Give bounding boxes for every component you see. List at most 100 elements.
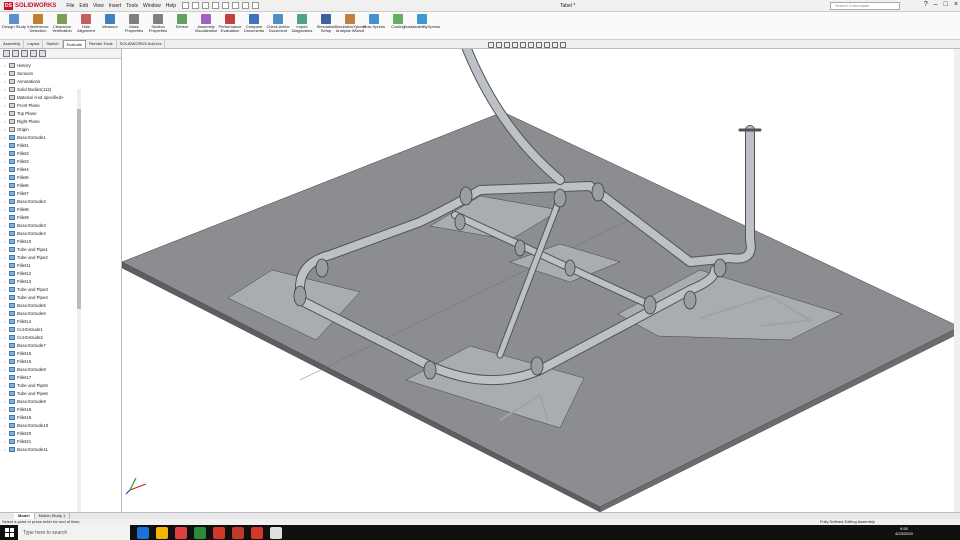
tree-item[interactable]: › History: [4, 61, 96, 69]
section-view-icon[interactable]: [512, 42, 518, 48]
print-icon[interactable]: [212, 2, 220, 9]
tree-item[interactable]: › Fillet8: [4, 205, 96, 213]
taskbar-app-icon[interactable]: [194, 526, 206, 539]
open-icon[interactable]: [192, 2, 200, 9]
taskbar-app-icon[interactable]: [156, 526, 168, 539]
select-icon[interactable]: [232, 2, 240, 9]
tree-item[interactable]: › Cut-Extrude1: [4, 325, 96, 333]
tree-item[interactable]: › Fillet6: [4, 181, 96, 189]
menu-window[interactable]: Window: [143, 3, 161, 9]
tree-item[interactable]: › Annotations: [4, 77, 96, 85]
taskbar-app-icon[interactable]: [213, 526, 225, 539]
zoom-fit-icon[interactable]: [488, 42, 494, 48]
tree-item[interactable]: › Tube and Pipe1: [4, 245, 96, 253]
menu-edit[interactable]: Edit: [79, 3, 88, 9]
menu-tools[interactable]: Tools: [126, 3, 138, 9]
ribbon-button-import-diagnostics[interactable]: Import Diagnostics: [290, 12, 314, 38]
ribbon-button-assembly-visualization[interactable]: Assembly Visualization: [194, 12, 218, 38]
tree-item[interactable]: › Fillet13: [4, 277, 96, 285]
ribbon-button-sustainabilityxpress[interactable]: SustainabilityXpress: [404, 12, 440, 38]
tree-item[interactable]: › Boss-Extrude8: [4, 365, 96, 373]
view-orientation-icon[interactable]: [520, 42, 526, 48]
view-settings-icon[interactable]: [560, 42, 566, 48]
tree-item[interactable]: › Material <not specified>: [4, 93, 96, 101]
tree-item[interactable]: › Cut-Extrude2: [4, 333, 96, 341]
tree-item[interactable]: › Boss-Extrude3: [4, 221, 96, 229]
scene-icon[interactable]: [552, 42, 558, 48]
display-manager-tab-icon[interactable]: [39, 50, 46, 57]
tree-item[interactable]: › Boss-Extrude10: [4, 421, 96, 429]
tree-item[interactable]: › Fillet20: [4, 429, 96, 437]
taskbar-search-input[interactable]: Type here to search: [18, 525, 130, 540]
rebuild-icon[interactable]: [242, 2, 250, 9]
tab-layout[interactable]: Layout: [24, 40, 44, 48]
menu-view[interactable]: View: [93, 3, 104, 9]
display-style-icon[interactable]: [528, 42, 534, 48]
tree-item[interactable]: › Tube and Pipe4: [4, 293, 96, 301]
taskbar-app-icon[interactable]: [270, 526, 282, 539]
search-commands-input[interactable]: Search Commands: [830, 2, 900, 10]
ribbon-button-mass-properties[interactable]: Mass Properties: [122, 12, 146, 38]
ribbon-button-performance-evaluation[interactable]: Performance Evaluation: [218, 12, 242, 38]
tree-item[interactable]: › Fillet7: [4, 189, 96, 197]
tab-sketch[interactable]: Sketch: [43, 40, 63, 48]
tree-item[interactable]: › Fillet18: [4, 405, 96, 413]
tree-item[interactable]: › Fillet10: [4, 237, 96, 245]
ribbon-button-measure[interactable]: Measure: [98, 12, 122, 38]
help-icon[interactable]: ?: [924, 1, 928, 8]
windows-start-button[interactable]: [0, 525, 18, 540]
feature-manager-tab-icon[interactable]: [3, 50, 10, 57]
ribbon-button-clearance-verification[interactable]: Clearance Verification: [50, 12, 74, 38]
config-manager-tab-icon[interactable]: [21, 50, 28, 57]
tree-item[interactable]: › Origin: [4, 125, 96, 133]
tree-item[interactable]: › Fillet14: [4, 317, 96, 325]
tree-item[interactable]: › Fillet4: [4, 165, 96, 173]
tree-item[interactable]: › Boss-Extrude7: [4, 341, 96, 349]
save-icon[interactable]: [202, 2, 210, 9]
taskbar-app-icon[interactable]: [175, 526, 187, 539]
tree-item[interactable]: › Tube and Pipe6: [4, 389, 96, 397]
tree-item[interactable]: › Fillet1: [4, 141, 96, 149]
tree-scrollbar-thumb[interactable]: [77, 109, 81, 309]
ribbon-button-design-study[interactable]: Design Study: [2, 12, 26, 38]
ribbon-button-flow-xpress[interactable]: Flow Xpress: [362, 12, 386, 38]
ribbon-button-hole-alignment[interactable]: Hole Alignment: [74, 12, 98, 38]
menu-help[interactable]: Help: [166, 3, 176, 9]
tree-item[interactable]: › Boss-Extrude5: [4, 301, 96, 309]
tree-item[interactable]: › Fillet3: [4, 157, 96, 165]
tree-item[interactable]: › Fillet19: [4, 413, 96, 421]
tab-render-tools[interactable]: Render Tools: [86, 40, 117, 48]
tab-solidworks-add-ins[interactable]: SOLIDWORKS Add-Ins: [117, 40, 166, 48]
tree-item[interactable]: › Fillet21: [4, 437, 96, 445]
tree-item[interactable]: › Right Plane: [4, 117, 96, 125]
tree-item[interactable]: › Boss-Extrude4: [4, 229, 96, 237]
tree-item[interactable]: › Tube and Pipe3: [4, 285, 96, 293]
tree-item[interactable]: › Boss-Extrude2: [4, 197, 96, 205]
ribbon-button-sensor[interactable]: Sensor: [170, 12, 194, 38]
tree-item[interactable]: › Fillet2: [4, 149, 96, 157]
tab-evaluate[interactable]: Evaluate: [62, 40, 87, 48]
taskbar-app-icon[interactable]: [232, 526, 244, 539]
previous-view-icon[interactable]: [504, 42, 510, 48]
property-manager-tab-icon[interactable]: [12, 50, 19, 57]
tree-item[interactable]: › Boss-Extrude1: [4, 133, 96, 141]
maximize-icon[interactable]: □: [944, 1, 948, 8]
ribbon-button-interference-detection[interactable]: Interference Detection: [26, 12, 50, 38]
menu-file[interactable]: File: [66, 3, 74, 9]
tree-item[interactable]: › Tube and Pipe5: [4, 381, 96, 389]
menu-insert[interactable]: Insert: [109, 3, 122, 9]
tree-item[interactable]: › Fillet16: [4, 357, 96, 365]
tree-item[interactable]: › Boss-Extrude11: [4, 445, 96, 453]
tree-item[interactable]: › Front Plane: [4, 101, 96, 109]
tree-item[interactable]: › Boss-Extrude9: [4, 397, 96, 405]
appearance-icon[interactable]: [544, 42, 550, 48]
zoom-area-icon[interactable]: [496, 42, 502, 48]
ribbon-button-section-properties[interactable]: Section Properties: [146, 12, 170, 38]
tree-item[interactable]: › Fillet15: [4, 349, 96, 357]
undo-icon[interactable]: [222, 2, 230, 9]
tree-item[interactable]: › Top Plane: [4, 109, 96, 117]
tree-item[interactable]: › Sensors: [4, 69, 96, 77]
close-icon[interactable]: ×: [954, 1, 958, 8]
hide-show-icon[interactable]: [536, 42, 542, 48]
ribbon-button-compare-documents[interactable]: Compare Documents: [242, 12, 266, 38]
